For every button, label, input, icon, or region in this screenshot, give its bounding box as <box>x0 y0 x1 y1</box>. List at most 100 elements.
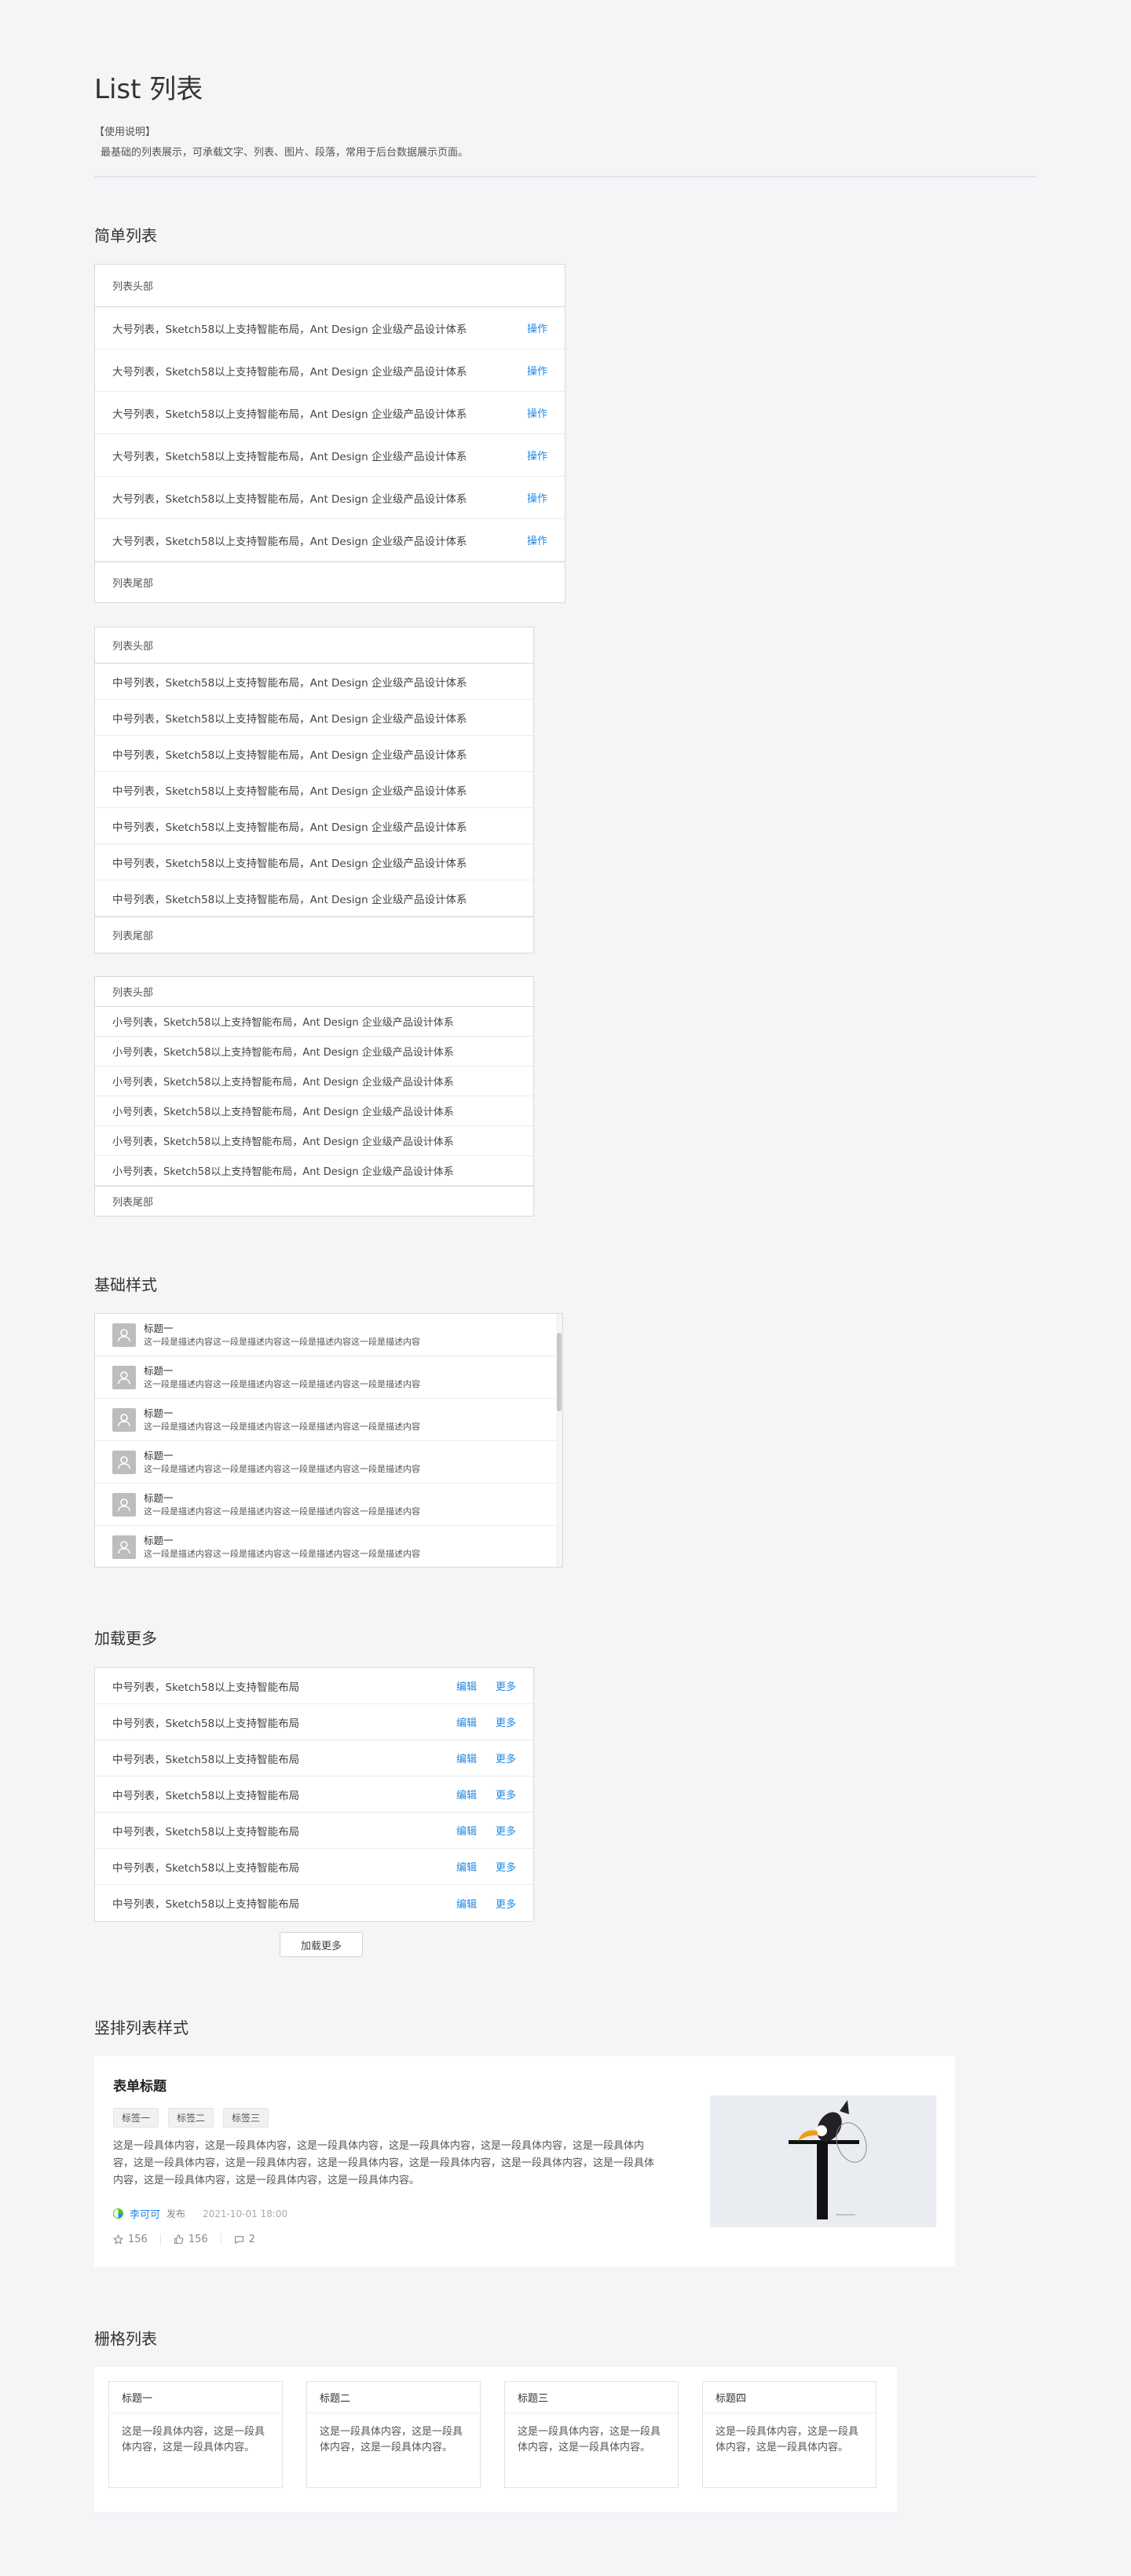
list-item[interactable]: 标题一 这一段是描述内容这一段是描述内容这一段是描述内容这一段是描述内容 <box>95 1484 562 1526</box>
grid-card-body: 这是一段具体内容，这是一段具体内容，这是一段具体内容。 <box>122 2426 265 2453</box>
action-link[interactable]: 操作 <box>527 532 547 547</box>
list-item-text: 大号列表，Sketch58以上支持智能布局，Ant Design 企业级产品设计… <box>112 492 467 506</box>
toucan-image <box>710 2095 936 2227</box>
list-item-text: 中号列表，Sketch58以上支持智能布局 <box>112 1825 300 1839</box>
star-action[interactable]: 156 <box>113 2234 161 2245</box>
star-count: 156 <box>128 2234 148 2245</box>
more-link[interactable]: 更多 <box>496 1678 516 1693</box>
like-icon <box>174 2234 184 2244</box>
list-item[interactable]: 标题一 这一段是描述内容这一段是描述内容这一段是描述内容这一段是描述内容 <box>95 1356 562 1399</box>
card-paragraph: 这是一段具体内容，这是一段具体内容，这是一段具体内容，这是一段具体内容，这是一段… <box>113 2140 655 2186</box>
list-item-text: 大号列表，Sketch58以上支持智能布局，Ant Design 企业级产品设计… <box>112 450 467 463</box>
list-item: 大号列表，Sketch58以上支持智能布局，Ant Design 企业级产品设计… <box>95 519 565 562</box>
edit-link[interactable]: 编辑 <box>456 1787 477 1802</box>
tag[interactable]: 标签二 <box>168 2108 214 2128</box>
comment-count: 2 <box>248 2234 255 2245</box>
item-title: 标题一 <box>144 1534 174 1546</box>
list-item[interactable]: 标题一 这一段是描述内容这一段是描述内容这一段是描述内容这一段是描述内容 <box>95 1399 562 1441</box>
grid-card-title: 标题二 <box>307 2382 480 2413</box>
more-link[interactable]: 更多 <box>496 1859 516 1874</box>
more-link[interactable]: 更多 <box>496 1823 516 1838</box>
tag-group: 标签一 标签二 标签三 <box>113 2108 269 2128</box>
edit-link[interactable]: 编辑 <box>456 1823 477 1838</box>
list-footer: 列表尾部 <box>95 562 565 602</box>
grid-list: 标题一 这是一段具体内容，这是一段具体内容，这是一段具体内容。 标题二 这是一段… <box>94 2367 897 2512</box>
divider <box>94 176 1037 177</box>
list-item: 中号列表，Sketch58以上支持智能布局 编辑 更多 <box>95 1813 533 1849</box>
item-description: 这一段是描述内容这一段是描述内容这一段是描述内容这一段是描述内容 <box>144 1336 420 1347</box>
like-count: 156 <box>188 2234 208 2245</box>
section-title-basic: 基础样式 <box>94 1275 157 1294</box>
grid-card[interactable]: 标题二 这是一段具体内容，这是一段具体内容，这是一段具体内容。 <box>306 2381 481 2488</box>
list-item-text: 小号列表，Sketch58以上支持智能布局，Ant Design 企业级产品设计… <box>112 1077 454 1089</box>
item-description: 这一段是描述内容这一段是描述内容这一段是描述内容这一段是描述内容 <box>144 1463 420 1474</box>
list-item-text: 中号列表，Sketch58以上支持智能布局，Ant Design 企业级产品设计… <box>112 676 467 690</box>
action-link[interactable]: 操作 <box>527 490 547 505</box>
list-item[interactable]: 标题一 这一段是描述内容这一段是描述内容这一段是描述内容这一段是描述内容 <box>95 1526 562 1567</box>
more-link[interactable]: 更多 <box>496 1896 516 1911</box>
item-description: 这一段是描述内容这一段是描述内容这一段是描述内容这一段是描述内容 <box>144 1378 420 1389</box>
user-avatar-icon <box>112 1323 136 1347</box>
tag[interactable]: 标签一 <box>113 2108 159 2128</box>
list-item-text: 中号列表，Sketch58以上支持智能布局，Ant Design 企业级产品设计… <box>112 785 467 798</box>
edit-link[interactable]: 编辑 <box>456 1678 477 1693</box>
action-link[interactable]: 操作 <box>527 320 547 335</box>
list-footer: 列表尾部 <box>95 1186 533 1216</box>
publish-date: 2021-10-01 18:00 <box>203 2208 288 2219</box>
action-link[interactable]: 操作 <box>527 363 547 378</box>
section-title-vertical: 竖排列表样式 <box>94 2018 188 2037</box>
like-action[interactable]: 156 <box>161 2234 221 2245</box>
list-item[interactable]: 标题一 这一段是描述内容这一段是描述内容这一段是描述内容这一段是描述内容 <box>95 1314 562 1356</box>
usage-note-heading: 【使用说明】 <box>94 126 156 138</box>
large-list: 列表头部 大号列表，Sketch58以上支持智能布局，Ant Design 企业… <box>94 264 566 603</box>
loadmore-list: 中号列表，Sketch58以上支持智能布局 编辑 更多 中号列表，Sketch58以… <box>94 1667 534 1922</box>
list-item: 中号列表，Sketch58以上支持智能布局，Ant Design 企业级产品设计… <box>95 772 533 808</box>
edit-link[interactable]: 编辑 <box>456 1751 477 1766</box>
list-item: 中号列表，Sketch58以上支持智能布局，Ant Design 企业级产品设计… <box>95 844 533 880</box>
list-item: 中号列表，Sketch58以上支持智能布局 编辑 更多 <box>95 1849 533 1885</box>
grid-card[interactable]: 标题三 这是一段具体内容，这是一段具体内容，这是一段具体内容。 <box>504 2381 679 2488</box>
list-item: 大号列表，Sketch58以上支持智能布局，Ant Design 企业级产品设计… <box>95 392 565 434</box>
list-item: 中号列表，Sketch58以上支持智能布局，Ant Design 企业级产品设计… <box>95 808 533 844</box>
list-item-text: 小号列表，Sketch58以上支持智能布局，Ant Design 企业级产品设计… <box>112 1166 454 1178</box>
card-title[interactable]: 表单标题 <box>113 2075 167 2095</box>
list-item: 中号列表，Sketch58以上支持智能布局 编辑 更多 <box>95 1885 533 1921</box>
list-item-text: 中号列表，Sketch58以上支持智能布局，Ant Design 企业级产品设计… <box>112 748 467 762</box>
more-link[interactable]: 更多 <box>496 1714 516 1729</box>
comment-action[interactable]: 2 <box>221 2234 268 2245</box>
user-avatar-icon <box>112 1450 136 1474</box>
item-title: 标题一 <box>144 1449 174 1462</box>
list-item: 小号列表，Sketch58以上支持智能布局，Ant Design 企业级产品设计… <box>95 1156 533 1186</box>
more-link[interactable]: 更多 <box>496 1751 516 1766</box>
user-avatar-icon <box>112 1365 136 1389</box>
list-item: 小号列表，Sketch58以上支持智能布局，Ant Design 企业级产品设计… <box>95 1037 533 1067</box>
list-item-text: 大号列表，Sketch58以上支持智能布局，Ant Design 企业级产品设计… <box>112 365 467 379</box>
scrollbar-thumb[interactable] <box>557 1333 562 1411</box>
list-item[interactable]: 标题一 这一段是描述内容这一段是描述内容这一段是描述内容这一段是描述内容 <box>95 1441 562 1484</box>
list-item-text: 中号列表，Sketch58以上支持智能布局，Ant Design 企业级产品设计… <box>112 857 467 870</box>
list-item: 中号列表，Sketch58以上支持智能布局 编辑 更多 <box>95 1704 533 1740</box>
avatar-list: 标题一 这一段是描述内容这一段是描述内容这一段是描述内容这一段是描述内容 标题一这… <box>94 1313 563 1568</box>
action-link[interactable]: 操作 <box>527 448 547 463</box>
list-item: 大号列表，Sketch58以上支持智能布局，Ant Design 企业级产品设计… <box>95 307 565 349</box>
grid-card[interactable]: 标题四 这是一段具体内容，这是一段具体内容，这是一段具体内容。 <box>702 2381 877 2488</box>
author-avatar-icon <box>113 2208 123 2219</box>
list-item: 中号列表，Sketch58以上支持智能布局，Ant Design 企业级产品设计… <box>95 700 533 736</box>
author-link[interactable]: 李可可 <box>130 2206 160 2221</box>
action-link[interactable]: 操作 <box>527 405 547 420</box>
edit-link[interactable]: 编辑 <box>456 1896 477 1911</box>
list-footer: 列表尾部 <box>95 917 533 953</box>
edit-link[interactable]: 编辑 <box>456 1714 477 1729</box>
grid-card-body: 这是一段具体内容，这是一段具体内容，这是一段具体内容。 <box>320 2426 463 2453</box>
grid-card[interactable]: 标题一 这是一段具体内容，这是一段具体内容，这是一段具体内容。 <box>108 2381 283 2488</box>
edit-link[interactable]: 编辑 <box>456 1859 477 1874</box>
list-item-text: 中号列表，Sketch58以上支持智能布局，Ant Design 企业级产品设计… <box>112 712 467 726</box>
tag[interactable]: 标签三 <box>223 2108 269 2128</box>
list-item-text: 中号列表，Sketch58以上支持智能布局 <box>112 1789 300 1802</box>
grid-card-body: 这是一段具体内容，这是一段具体内容，这是一段具体内容。 <box>518 2426 661 2453</box>
load-more-button[interactable]: 加载更多 <box>280 1932 363 1957</box>
grid-card-body: 这是一段具体内容，这是一段具体内容，这是一段具体内容。 <box>716 2426 859 2453</box>
list-header: 列表头部 <box>95 265 565 307</box>
more-link[interactable]: 更多 <box>496 1787 516 1802</box>
small-list: 列表头部 小号列表，Sketch58以上支持智能布局，Ant Design 企业… <box>94 976 534 1217</box>
